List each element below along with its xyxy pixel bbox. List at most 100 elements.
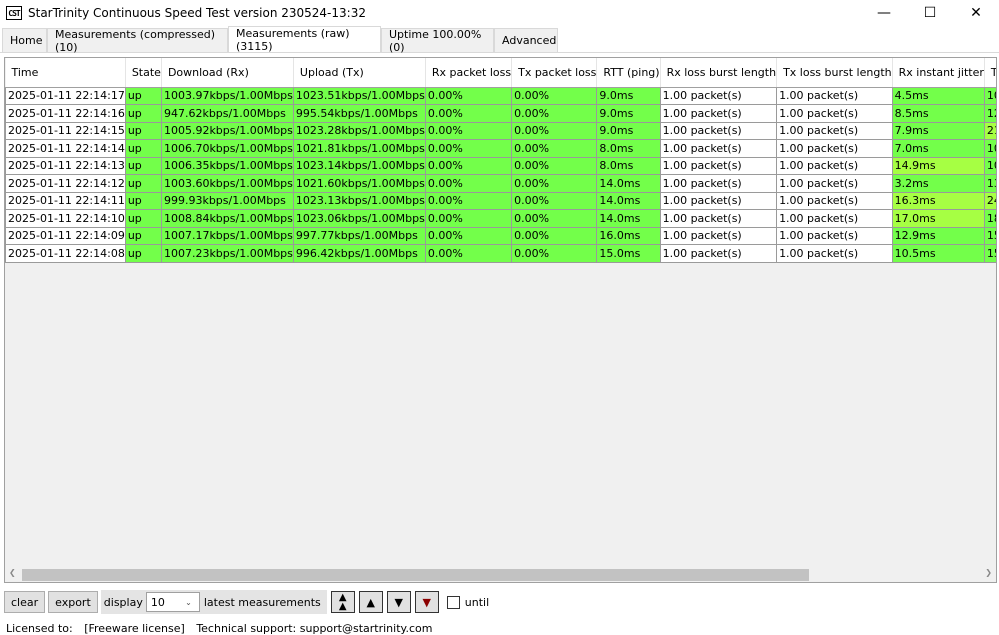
table-cell: up: [124, 209, 162, 228]
support-text: Technical support: support@startrinity.c…: [196, 622, 433, 635]
column-header[interactable]: Tx loss burst length: [776, 58, 893, 88]
table-cell: 947.62kbps/1.00Mbps: [160, 104, 294, 123]
minimize-icon[interactable]: —: [861, 0, 907, 26]
table-row[interactable]: 2025-01-11 22:14:12 up 1003.60kbps/1.00Mbp…: [5, 174, 996, 193]
table-cell: 15.4ms: [983, 244, 996, 263]
column-header[interactable]: State: [125, 58, 162, 88]
bottom-toolbar: clear export display 10 ⌄ latest measure…: [4, 590, 489, 614]
table-cell: 10.5ms: [891, 244, 985, 263]
table-cell: 1023.14kbps/1.00Mbps: [292, 156, 426, 175]
table-row[interactable]: 2025-01-11 22:14:17 up 1003.97kbps/1.00Mbp…: [5, 86, 996, 105]
table-cell: 995.54kbps/1.00Mbps: [292, 104, 426, 123]
chevron-down-icon: ⌄: [185, 597, 192, 607]
table-cell: 1.00 packet(s): [776, 174, 893, 193]
scroll-down-button[interactable]: ▼: [386, 591, 411, 613]
table-cell: 1021.60kbps/1.00Mbps: [292, 174, 426, 193]
table-cell: 1023.06kbps/1.00Mbps: [292, 209, 426, 228]
table-cell: 0.00%: [511, 174, 598, 193]
export-button[interactable]: export: [48, 591, 98, 613]
down-arrow-red-icon: ▼: [422, 595, 431, 609]
scroll-right-icon[interactable]: ❯: [985, 568, 992, 577]
table-cell: 0.00%: [424, 191, 513, 210]
column-header[interactable]: Rx instant jitter: [892, 58, 985, 88]
column-header[interactable]: Rx packet loss: [425, 58, 513, 88]
latest-measurements-label: latest measurements: [203, 595, 321, 609]
table-cell: 0.00%: [424, 86, 513, 105]
tab-measurements-compressed[interactable]: Measurements (compressed) (10): [47, 28, 228, 54]
table-cell: 7.0ms: [891, 139, 985, 158]
table-cell: 2025-01-11 22:14:17: [5, 86, 126, 105]
table-cell: 0.00%: [511, 209, 598, 228]
table-cell: 10.3ms: [983, 86, 996, 105]
table-cell: 1.00 packet(s): [776, 191, 893, 210]
table-cell: 1.00 packet(s): [659, 244, 778, 263]
table-cell: 10.0ms: [983, 156, 996, 175]
table-cell: 2025-01-11 22:14:09: [5, 226, 126, 245]
table-cell: 2025-01-11 22:14:15: [5, 121, 126, 140]
column-header[interactable]: Rx loss burst length: [660, 58, 778, 88]
table-row[interactable]: 2025-01-11 22:14:15 up 1005.92kbps/1.00Mbp…: [5, 121, 996, 140]
tab-uptime[interactable]: Uptime 100.00%(0): [381, 28, 494, 54]
table-cell: 0.00%: [424, 139, 513, 158]
table-cell: 0.00%: [424, 104, 513, 123]
table-cell: 1.00 packet(s): [659, 86, 778, 105]
column-header[interactable]: Time: [5, 58, 126, 88]
scroll-left-icon[interactable]: ❮: [9, 568, 16, 577]
table-row[interactable]: 2025-01-11 22:14:10 up 1008.84kbps/1.00Mbp…: [5, 209, 996, 228]
tab-advanced[interactable]: Advanced: [494, 28, 558, 52]
close-icon[interactable]: ✕: [953, 0, 999, 26]
until-checkbox[interactable]: [446, 595, 460, 609]
table-cell: 1006.35kbps/1.00Mbps: [160, 156, 294, 175]
table-cell: 1.00 packet(s): [776, 139, 893, 158]
table-cell: 9.0ms: [596, 104, 661, 123]
clear-button[interactable]: clear: [4, 591, 46, 613]
display-label: display: [103, 595, 143, 609]
table-cell: 997.77kbps/1.00Mbps: [292, 226, 426, 245]
display-count-select[interactable]: 10 ⌄: [145, 592, 200, 612]
column-header[interactable]: RTT (ping): [596, 58, 661, 88]
table-row[interactable]: 2025-01-11 22:14:09 up 1007.17kbps/1.00Mbp…: [5, 226, 996, 245]
display-group: display 10 ⌄ latest measurements: [100, 590, 327, 614]
table-row[interactable]: 2025-01-11 22:14:13 up 1006.35kbps/1.00Mbp…: [5, 156, 996, 175]
column-header[interactable]: Upload (Tx): [293, 58, 426, 88]
table-cell: 0.00%: [424, 156, 513, 175]
table-cell: 14.0ms: [596, 191, 661, 210]
maximize-icon[interactable]: ☐: [907, 0, 953, 26]
column-header[interactable]: Download (Rx): [161, 58, 294, 88]
table-row[interactable]: 2025-01-11 22:14:14 up 1006.70kbps/1.00Mbp…: [5, 139, 996, 158]
horizontal-scrollbar[interactable]: ❮ ❯: [5, 565, 996, 582]
table-cell: 3.2ms: [891, 174, 985, 193]
licensed-label: Licensed to:: [6, 622, 73, 635]
scroll-top-button[interactable]: ▲ ▲: [330, 591, 355, 613]
table-cell: 1008.84kbps/1.00Mbps: [160, 209, 294, 228]
table-cell: 0.00%: [511, 244, 598, 263]
table-cell: 1006.70kbps/1.00Mbps: [160, 139, 294, 158]
table-cell: 17.0ms: [891, 209, 985, 228]
table-row[interactable]: 2025-01-11 22:14:08 up 1007.23kbps/1.00Mbp…: [5, 244, 996, 263]
table-cell: 0.00%: [511, 121, 598, 140]
table-cell: 1023.51kbps/1.00Mbps: [292, 86, 426, 105]
tab-measurements-raw[interactable]: Measurements (raw) (3115): [228, 26, 381, 53]
table-cell: 14.0ms: [596, 209, 661, 228]
scroll-up-button[interactable]: ▲: [358, 591, 383, 613]
table-cell: up: [124, 191, 162, 210]
scrollbar-thumb[interactable]: [22, 569, 809, 581]
table-cell: 1005.92kbps/1.00Mbps: [160, 121, 294, 140]
table-cell: 1007.23kbps/1.00Mbps: [160, 244, 294, 263]
license-value: [Freeware license]: [84, 622, 185, 635]
column-header[interactable]: Tx instant jitter: [984, 58, 996, 88]
table-cell: 7.9ms: [891, 121, 985, 140]
table-cell: up: [124, 86, 162, 105]
display-count-value: 10: [150, 595, 165, 609]
tab-home[interactable]: Home: [2, 28, 47, 52]
double-up-arrow-icon: ▲ ▲: [338, 592, 347, 612]
table-cell: 1.00 packet(s): [776, 156, 893, 175]
table-row[interactable]: 2025-01-11 22:14:11 up 999.93kbps/1.00Mbps…: [5, 191, 996, 210]
scroll-bottom-button[interactable]: ▼: [414, 591, 439, 613]
tab-strip: Home Measurements (compressed) (10) Meas…: [0, 26, 999, 54]
table-cell: 13.6ms: [983, 174, 996, 193]
measurements-grid[interactable]: Time State Download (Rx) Upload (Tx) Rx pack…: [4, 57, 997, 583]
table-row[interactable]: 2025-01-11 22:14:16 up 947.62kbps/1.00Mbps…: [5, 104, 996, 123]
table-cell: 0.00%: [511, 86, 598, 105]
column-header[interactable]: Tx packet loss: [511, 58, 598, 88]
